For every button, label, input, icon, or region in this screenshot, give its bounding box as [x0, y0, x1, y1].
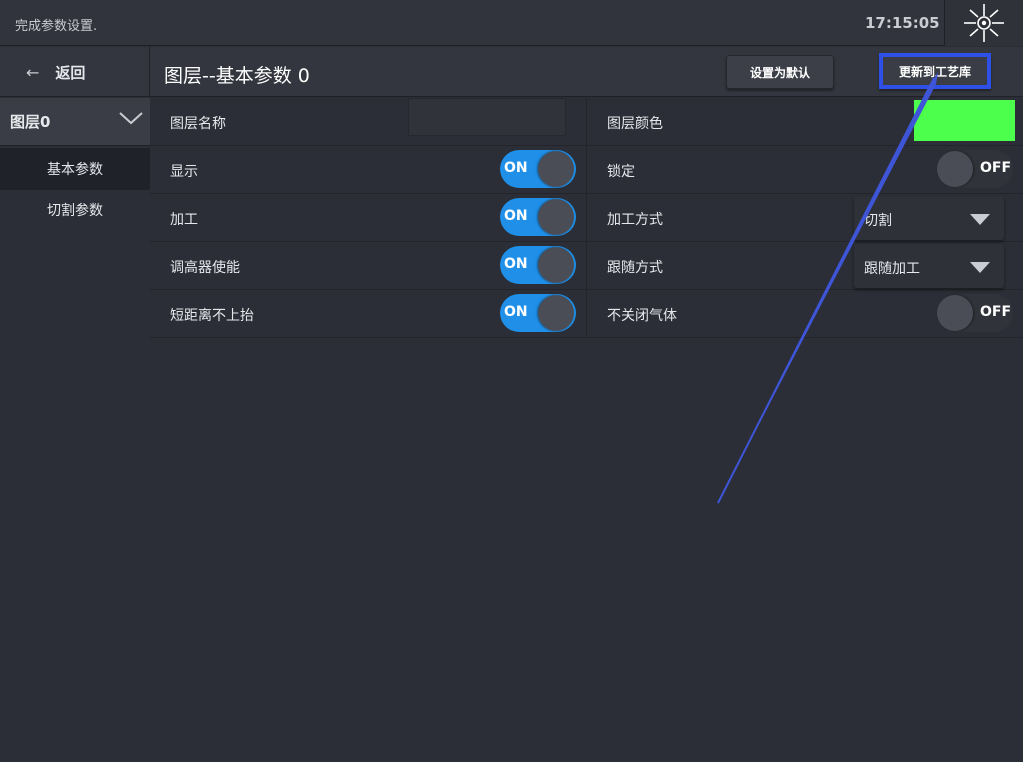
- gas-keep-toggle[interactable]: OFF: [937, 294, 1013, 332]
- process-mode-select[interactable]: 切割: [854, 196, 1004, 240]
- dropdown-arrow-icon: [970, 214, 990, 225]
- process-label: 加工: [170, 212, 198, 228]
- param-cell: 锁定 OFF: [588, 146, 1023, 193]
- gas-keep-label: 不关闭气体: [607, 308, 677, 324]
- param-row: 调高器使能 ON 跟随方式 跟随加工: [150, 242, 1023, 290]
- back-label: 返回: [55, 63, 86, 82]
- header-bar: ← 返回 图层--基本参数 0 设置为默认 更新到工艺库: [0, 47, 1023, 97]
- param-cell: 加工 ON: [150, 194, 587, 241]
- toggle-state: OFF: [980, 160, 1012, 176]
- param-cell: 加工方式 切割: [588, 194, 1023, 241]
- layer-label: 图层0: [10, 113, 51, 131]
- height-ctrl-toggle[interactable]: ON: [500, 246, 576, 284]
- sidebar-item-cut-params[interactable]: 切割参数: [0, 190, 150, 230]
- layer-selector[interactable]: 图层0: [0, 98, 150, 146]
- chevron-down-icon: [119, 112, 143, 125]
- update-library-button[interactable]: 更新到工艺库: [879, 53, 991, 89]
- param-cell: 短距离不上抬 ON: [150, 290, 587, 337]
- param-row: 显示 ON 锁定 OFF: [150, 146, 1023, 194]
- toggle-knob: [538, 151, 574, 187]
- process-mode-label: 加工方式: [607, 212, 663, 228]
- select-value: 跟随加工: [864, 261, 920, 277]
- toggle-state: ON: [504, 304, 528, 320]
- layer-color-swatch[interactable]: [914, 100, 1015, 141]
- follow-mode-label: 跟随方式: [607, 260, 663, 276]
- follow-mode-select[interactable]: 跟随加工: [854, 244, 1004, 288]
- toggle-knob: [538, 295, 574, 331]
- lock-label: 锁定: [607, 164, 635, 180]
- display-label: 显示: [170, 164, 198, 180]
- param-cell: 图层颜色: [588, 98, 1023, 145]
- param-cell: 图层名称: [150, 98, 587, 145]
- short-no-lift-toggle[interactable]: ON: [500, 294, 576, 332]
- layer-color-label: 图层颜色: [607, 116, 663, 132]
- status-bar: 完成参数设置. 17:15:05: [0, 0, 1023, 46]
- logo[interactable]: [944, 0, 1023, 46]
- layer-name-label: 图层名称: [170, 116, 226, 132]
- back-button[interactable]: ← 返回: [0, 47, 150, 97]
- set-default-button[interactable]: 设置为默认: [726, 55, 834, 89]
- lock-toggle[interactable]: OFF: [937, 150, 1013, 188]
- toggle-knob: [937, 151, 973, 187]
- toggle-state: ON: [504, 208, 528, 224]
- param-row: 加工 ON 加工方式 切割: [150, 194, 1023, 242]
- params-panel: 图层名称 图层颜色 显示 ON 锁定 OFF 加工 ON 加工方式 切割 调高器…: [150, 98, 1023, 338]
- toggle-knob: [538, 199, 574, 235]
- sidebar: 图层0 基本参数 切割参数: [0, 98, 150, 762]
- status-message: 完成参数设置.: [15, 19, 98, 34]
- dropdown-arrow-icon: [970, 262, 990, 273]
- param-row: 短距离不上抬 ON 不关闭气体 OFF: [150, 290, 1023, 338]
- short-no-lift-label: 短距离不上抬: [170, 308, 254, 324]
- toggle-state: ON: [504, 256, 528, 272]
- sun-logo-icon: [964, 4, 1004, 42]
- process-toggle[interactable]: ON: [500, 198, 576, 236]
- param-cell: 调高器使能 ON: [150, 242, 587, 289]
- param-cell: 跟随方式 跟随加工: [588, 242, 1023, 289]
- layer-name-input[interactable]: [408, 98, 566, 136]
- param-cell: 显示 ON: [150, 146, 587, 193]
- sidebar-item-basic-params[interactable]: 基本参数: [0, 148, 150, 190]
- select-value: 切割: [864, 213, 892, 229]
- param-row: 图层名称 图层颜色: [150, 98, 1023, 146]
- page-title: 图层--基本参数 0: [164, 65, 310, 87]
- toggle-state: OFF: [980, 304, 1012, 320]
- display-toggle[interactable]: ON: [500, 150, 576, 188]
- toggle-knob: [538, 247, 574, 283]
- back-arrow-icon: ←: [26, 62, 40, 82]
- param-cell: 不关闭气体 OFF: [588, 290, 1023, 337]
- clock: 17:15:05: [865, 14, 940, 32]
- toggle-knob: [937, 295, 973, 331]
- toggle-state: ON: [504, 160, 528, 176]
- height-ctrl-label: 调高器使能: [170, 260, 240, 276]
